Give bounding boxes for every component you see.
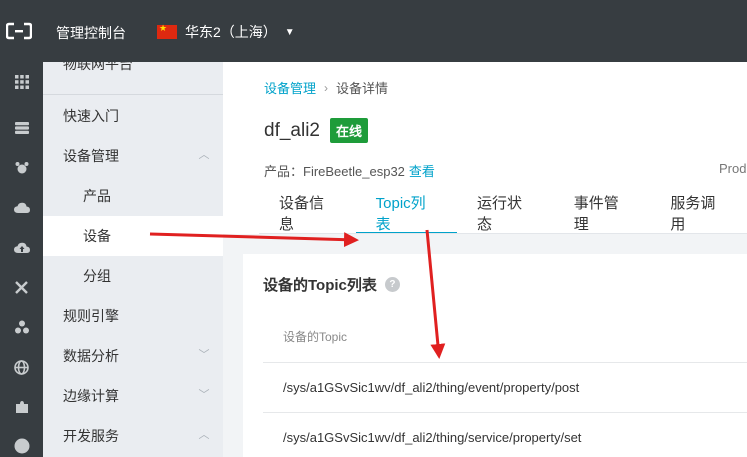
sidebar-item-products[interactable]: 产品 <box>43 176 223 216</box>
secondary-sidebar: 物联网平台 快速入门 设备管理 ︿ 产品 设备 分组 规则引擎 数据分析 ﹀ 边… <box>43 62 223 457</box>
chevron-up-icon: ︿ <box>198 149 210 161</box>
tab-service-invocation[interactable]: 服务调用 <box>650 192 747 234</box>
product-icon-bar <box>0 62 43 457</box>
grid-icon[interactable] <box>0 62 43 102</box>
cloud-upload-icon[interactable] <box>0 228 43 268</box>
sidebar-item-label: 设备 <box>83 228 111 244</box>
device-detail-header: 设备管理 › 设备详情 df_ali2 在线 产品：FireBeetle_esp… <box>223 62 747 234</box>
topic-path: /sys/a1GSvSic1wv/df_ali2/thing/event/pro… <box>283 380 580 395</box>
chevron-up-icon: ︿ <box>198 429 210 441</box>
sidebar-item-rules-engine[interactable]: 规则引擎 <box>43 296 223 336</box>
cluster-icon[interactable] <box>0 307 43 347</box>
topic-list-card: 设备的Topic列表 ? 设备的Topic /sys/a1GSvSic1wv/d… <box>243 254 747 457</box>
chevron-down-icon: ﹀ <box>198 349 210 361</box>
cloud-icon[interactable] <box>0 188 43 228</box>
sidebar-item-device-management[interactable]: 设备管理 ︿ <box>43 136 223 176</box>
sidebar-item-dev-services[interactable]: 开发服务 ︿ <box>43 416 223 456</box>
device-tabs: 设备信息 Topic列表 运行状态 事件管理 服务调用 <box>259 192 747 234</box>
server-icon[interactable] <box>0 108 43 148</box>
sidebar-item-groups[interactable]: 分组 <box>43 256 223 296</box>
pets-icon[interactable] <box>0 148 43 188</box>
tab-device-info[interactable]: 设备信息 <box>259 192 356 234</box>
sidebar-item-label: 设备管理 <box>63 148 119 164</box>
sidebar-item-label: 开发服务 <box>63 428 119 444</box>
product-key-label-truncated: Prod <box>719 161 747 176</box>
product-name: 物联网平台 <box>63 62 133 72</box>
breadcrumb: 设备管理 › 设备详情 <box>264 78 388 97</box>
help-icon[interactable]: ? <box>384 277 400 292</box>
circle-icon[interactable] <box>0 426 43 457</box>
region-selector[interactable]: 华东2（上海） ▼ <box>157 22 295 42</box>
close-x-icon[interactable] <box>0 267 43 307</box>
chevron-down-icon: ﹀ <box>198 389 210 401</box>
caret-down-icon: ▼ <box>284 26 295 38</box>
tab-event-management[interactable]: 事件管理 <box>554 192 651 234</box>
breadcrumb-device-management-link[interactable]: 设备管理 <box>264 78 316 97</box>
card-title-text: 设备的Topic列表 <box>263 277 377 294</box>
topic-path: /sys/a1GSvSic1wv/df_ali2/thing/service/p… <box>283 430 582 445</box>
sidebar-item-label: 快速入门 <box>63 108 119 124</box>
sidebar-item-label: 分组 <box>83 268 111 284</box>
aliyun-logo-icon[interactable] <box>6 22 32 40</box>
sidebar-item-label: 边缘计算 <box>63 388 119 404</box>
globe-icon[interactable] <box>0 347 43 387</box>
sidebar-divider <box>43 94 223 95</box>
product-label: 产品：FireBeetle_esp32 <box>264 164 405 179</box>
puzzle-icon[interactable] <box>0 387 43 427</box>
card-title: 设备的Topic列表 ? <box>263 274 400 295</box>
breadcrumb-current: 设备详情 <box>336 81 389 96</box>
tab-running-status[interactable]: 运行状态 <box>457 192 554 234</box>
china-flag-icon <box>157 23 177 39</box>
table-row: /sys/a1GSvSic1wv/df_ali2/thing/service/p… <box>263 412 747 457</box>
top-bar: 管理控制台 华东2（上海） ▼ <box>0 0 747 62</box>
tabs-divider <box>259 233 747 234</box>
status-badge: 在线 <box>330 118 369 143</box>
chevron-right-icon: › <box>324 80 329 95</box>
product-info: 产品：FireBeetle_esp32 查看 <box>264 161 435 180</box>
topic-column-header: 设备的Topic <box>283 330 348 344</box>
sidebar-item-devices[interactable]: 设备 <box>43 216 223 256</box>
device-name: df_ali2 <box>264 119 320 141</box>
sidebar-item-edge-computing[interactable]: 边缘计算 ﹀ <box>43 376 223 416</box>
main-content: 设备管理 › 设备详情 df_ali2 在线 产品：FireBeetle_esp… <box>223 62 747 457</box>
sidebar-item-data-analysis[interactable]: 数据分析 ﹀ <box>43 336 223 376</box>
sidebar-item-label: 规则引擎 <box>63 308 119 324</box>
sidebar-item-label: 数据分析 <box>63 348 119 364</box>
sidebar-item-quick-start[interactable]: 快速入门 <box>43 96 223 136</box>
table-row: /sys/a1GSvSic1wv/df_ali2/thing/event/pro… <box>263 362 747 412</box>
region-label: 华东2（上海） <box>185 24 277 40</box>
console-title[interactable]: 管理控制台 <box>56 23 126 43</box>
tab-topic-list[interactable]: Topic列表 <box>355 192 458 234</box>
sidebar-item-label: 产品 <box>83 188 111 204</box>
device-title: df_ali2 在线 <box>264 118 369 143</box>
view-product-link[interactable]: 查看 <box>409 161 435 180</box>
